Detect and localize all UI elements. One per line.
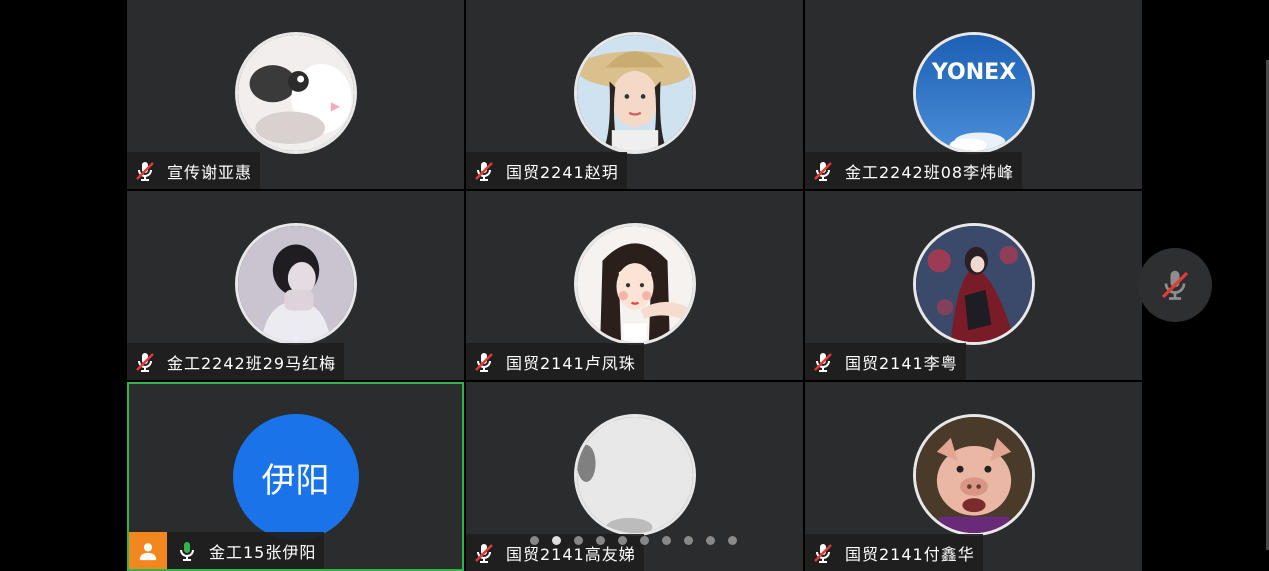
participant-tile[interactable]: 国贸2141李粤	[805, 191, 1142, 380]
yonex-logo-avatar-image: YONEX	[915, 35, 1032, 151]
participant-tile[interactable]: YONEX 金工2242班08李炜峰	[805, 0, 1142, 189]
blurry-white-avatar-image	[576, 417, 693, 533]
participant-tile[interactable]: 金工2242班29马红梅	[127, 191, 464, 380]
mic-off-icon	[475, 543, 493, 563]
anime-character-avatar-image	[915, 226, 1032, 342]
page-dot[interactable]	[640, 536, 649, 545]
yonex-logo-text: YONEX	[930, 60, 1015, 85]
participant-avatar	[573, 32, 696, 154]
page-dot[interactable]	[552, 536, 561, 545]
page-dot[interactable]	[706, 536, 715, 545]
person-covering-face-avatar-image	[237, 226, 354, 342]
participant-name: 金工15张伊阳	[209, 542, 317, 562]
pig-avatar-image	[915, 417, 1032, 533]
participant-avatar: YONEX	[912, 32, 1035, 154]
mic-off-icon	[1161, 270, 1189, 300]
participant-name: 国贸2141李粤	[845, 353, 958, 373]
participant-tile[interactable]: 国贸2241赵玥	[466, 0, 803, 189]
avatar-initials-text: 伊阳	[261, 460, 330, 501]
participant-tile[interactable]: 国贸2141付鑫华	[805, 382, 1142, 571]
participant-avatar	[573, 414, 696, 536]
page-dot[interactable]	[662, 536, 671, 545]
mic-off-icon	[814, 161, 832, 181]
participant-name: 国贸2141卢凤珠	[506, 353, 636, 373]
mic-off-icon	[475, 161, 493, 181]
participant-avatar	[573, 223, 696, 345]
page-dot[interactable]	[684, 536, 693, 545]
cat-avatar-image	[237, 35, 354, 151]
participant-avatar-initials: 伊阳	[232, 414, 359, 540]
page-dot[interactable]	[618, 536, 627, 545]
mic-off-icon	[814, 352, 832, 372]
participant-avatar	[234, 32, 357, 154]
participant-name: 金工2242班29马红梅	[167, 353, 337, 373]
mic-on-icon	[180, 541, 194, 561]
participant-avatar	[234, 223, 357, 345]
self-badge	[129, 532, 167, 569]
mic-toggle-button[interactable]	[1138, 248, 1212, 322]
participant-name: 宣传谢亚惠	[167, 162, 253, 182]
participant-name: 金工2242班08李炜峰	[845, 162, 1015, 182]
page-dot[interactable]	[574, 536, 583, 545]
page-dot[interactable]	[728, 536, 737, 545]
mic-off-icon	[475, 352, 493, 372]
participant-nameplate: 国贸2141李粤	[805, 343, 966, 380]
participant-nameplate: 国贸2241赵玥	[466, 152, 627, 189]
participant-nameplate: 国贸2141付鑫华	[805, 534, 983, 571]
page-indicator	[530, 536, 737, 545]
participant-nameplate: 金工2242班29马红梅	[127, 343, 345, 380]
participant-tile[interactable]: 国贸2141卢凤珠	[466, 191, 803, 380]
mic-off-icon	[136, 352, 154, 372]
page-dot[interactable]	[596, 536, 605, 545]
participant-nameplate: 金工2242班08李炜峰	[805, 152, 1023, 189]
illustrated-girl-avatar-image	[576, 226, 693, 342]
mic-off-icon	[136, 161, 154, 181]
participant-grid: 宣传谢亚惠 国贸2241赵玥 YONEX 金工2242班08李炜峰 金工2242…	[127, 0, 1142, 571]
participant-tile-self[interactable]: 伊阳 金工15张伊阳	[127, 382, 464, 571]
participant-name: 国贸2141付鑫华	[845, 544, 975, 564]
page-dot[interactable]	[530, 536, 539, 545]
participant-nameplate: 宣传谢亚惠	[127, 152, 261, 189]
participant-nameplate: 国贸2141卢凤珠	[466, 343, 644, 380]
mic-off-icon	[814, 543, 832, 563]
participant-name: 国贸2241赵玥	[506, 162, 619, 182]
participant-avatar	[912, 223, 1035, 345]
participant-nameplate: 金工15张伊阳	[129, 532, 325, 569]
participant-avatar	[912, 414, 1035, 536]
person-icon	[139, 542, 157, 560]
girl-straw-hat-avatar-image	[576, 35, 693, 151]
participant-tile[interactable]: 宣传谢亚惠	[127, 0, 464, 189]
